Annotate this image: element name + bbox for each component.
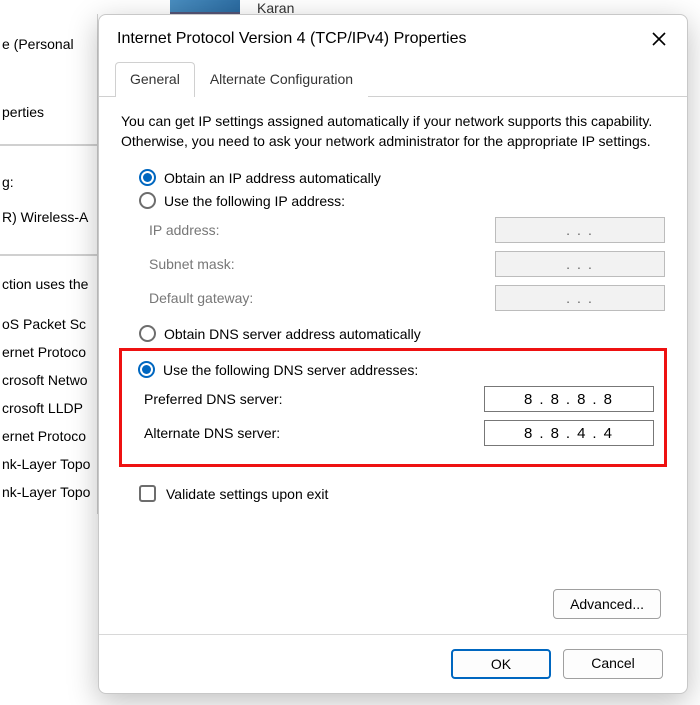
- bg-computer-icon: [170, 0, 240, 14]
- radio-dns-auto[interactable]: [139, 325, 156, 342]
- subnet-mask-input: ...: [495, 251, 665, 277]
- close-icon[interactable]: [649, 29, 669, 49]
- bg-conn-uses: ction uses the: [2, 276, 88, 292]
- default-gateway-input: ...: [495, 285, 665, 311]
- ipv4-properties-dialog: Internet Protocol Version 4 (TCP/IPv4) P…: [98, 14, 688, 694]
- radio-dns-auto-label: Obtain DNS server address automatically: [164, 326, 421, 342]
- radio-ip-manual-label: Use the following IP address:: [164, 193, 345, 209]
- tab-alternate[interactable]: Alternate Configuration: [195, 62, 368, 97]
- radio-ip-manual[interactable]: [139, 192, 156, 209]
- validate-checkbox[interactable]: [139, 485, 156, 502]
- advanced-button[interactable]: Advanced...: [553, 589, 661, 619]
- cancel-button[interactable]: Cancel: [563, 649, 663, 679]
- preferred-dns-input[interactable]: 8.8.8.8: [484, 386, 654, 412]
- dialog-title: Internet Protocol Version 4 (TCP/IPv4) P…: [117, 30, 466, 48]
- alternate-dns-label: Alternate DNS server:: [144, 425, 280, 441]
- radio-dns-manual[interactable]: [138, 361, 155, 378]
- bg-props-label: perties: [2, 104, 44, 120]
- radio-ip-auto-label: Obtain an IP address automatically: [164, 170, 381, 186]
- subnet-mask-label: Subnet mask:: [149, 256, 235, 272]
- intro-text: You can get IP settings assigned automat…: [121, 111, 665, 151]
- default-gateway-label: Default gateway:: [149, 290, 253, 306]
- radio-dns-manual-label: Use the following DNS server addresses:: [163, 362, 418, 378]
- bg-adapter-frag: R) Wireless-A: [2, 209, 88, 225]
- alternate-dns-input[interactable]: 8.8.4.4: [484, 420, 654, 446]
- ip-address-label: IP address:: [149, 222, 220, 238]
- tab-general[interactable]: General: [115, 62, 195, 97]
- bg-title-frag: e (Personal: [0, 36, 74, 52]
- ip-address-input: ...: [495, 217, 665, 243]
- bg-connect-frag: g:: [2, 174, 14, 190]
- bg-item-list: oS Packet Sc ernet Protoco crosoft Netwo…: [2, 310, 90, 506]
- ok-button[interactable]: OK: [451, 649, 551, 679]
- validate-label: Validate settings upon exit: [166, 486, 328, 502]
- preferred-dns-label: Preferred DNS server:: [144, 391, 282, 407]
- dns-highlight-box: Use the following DNS server addresses: …: [119, 348, 667, 467]
- radio-ip-auto[interactable]: [139, 169, 156, 186]
